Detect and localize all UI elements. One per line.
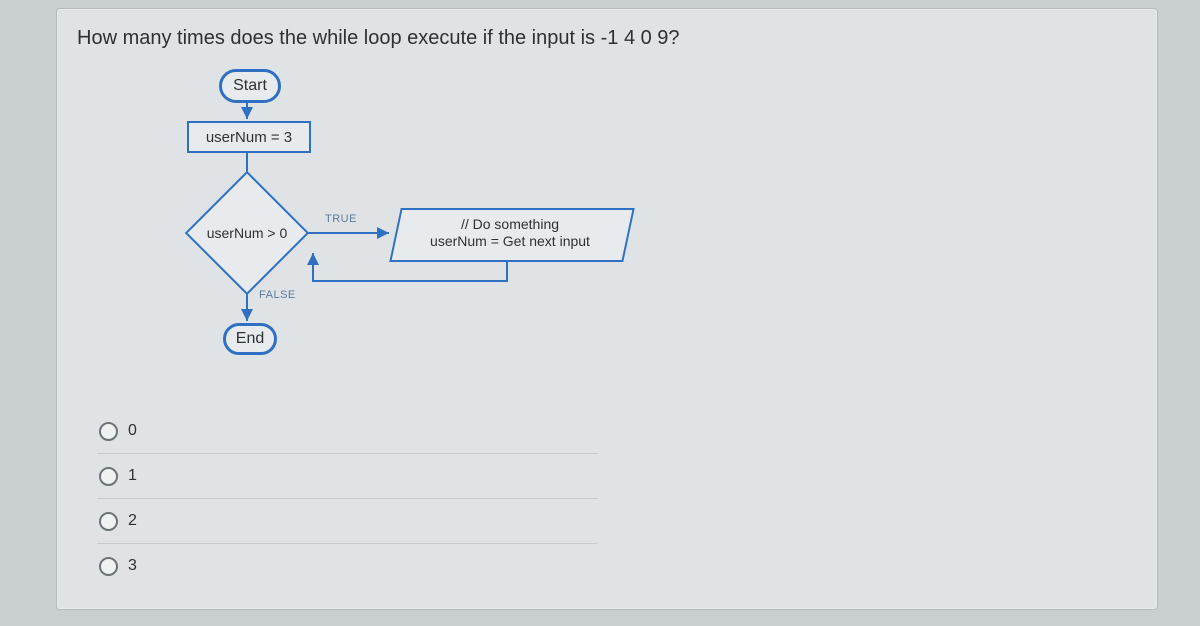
flow-start-label: Start — [233, 77, 267, 95]
answer-option-3[interactable]: 3 — [97, 544, 597, 588]
radio-icon — [99, 467, 118, 486]
flowchart: Start userNum = 3 userNum > 0 TRUE FALSE… — [137, 65, 777, 375]
question-card: How many times does the while loop execu… — [56, 8, 1158, 610]
flow-body-node: // Do something userNum = Get next input — [395, 208, 625, 258]
radio-icon — [99, 512, 118, 531]
flow-body-line2: userNum = Get next input — [430, 233, 590, 251]
answer-option-label: 1 — [128, 467, 137, 485]
radio-icon — [99, 557, 118, 576]
flow-end-node: End — [223, 323, 277, 355]
answer-option-1[interactable]: 1 — [97, 454, 597, 499]
answer-option-label: 2 — [128, 512, 137, 530]
answer-option-label: 0 — [128, 422, 137, 440]
flow-false-label: FALSE — [259, 289, 296, 301]
radio-icon — [99, 422, 118, 441]
answer-option-0[interactable]: 0 — [97, 409, 597, 454]
flow-condition-label: userNum > 0 — [207, 225, 288, 241]
answer-list: 0 1 2 3 — [97, 409, 597, 588]
page: How many times does the while loop execu… — [0, 0, 1200, 626]
flow-body-line1: // Do something — [461, 216, 559, 234]
flow-true-label: TRUE — [325, 213, 357, 225]
flow-condition-node: userNum > 0 — [187, 193, 307, 273]
flow-init-node: userNum = 3 — [187, 121, 311, 153]
answer-option-2[interactable]: 2 — [97, 499, 597, 544]
question-text: How many times does the while loop execu… — [77, 27, 680, 50]
flow-end-label: End — [236, 330, 264, 348]
answer-option-label: 3 — [128, 557, 137, 575]
flow-init-label: userNum = 3 — [206, 129, 292, 146]
flow-start-node: Start — [219, 69, 281, 103]
